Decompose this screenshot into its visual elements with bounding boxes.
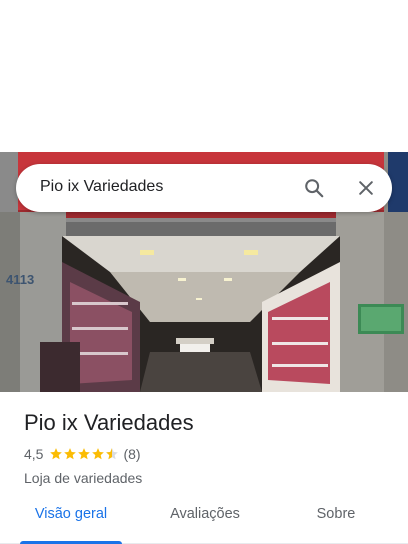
search-button[interactable] bbox=[300, 174, 328, 202]
close-button[interactable] bbox=[352, 174, 380, 202]
place-title: Pio ix Variedades bbox=[24, 410, 194, 435]
star-icon bbox=[78, 448, 91, 460]
rating-row[interactable]: 4,5 (8) bbox=[24, 444, 384, 464]
star-icon bbox=[50, 448, 63, 460]
star-icon bbox=[64, 448, 77, 460]
rating-value: 4,5 bbox=[24, 446, 44, 462]
search-icon bbox=[305, 179, 324, 198]
star-icon bbox=[92, 448, 105, 460]
tab-about[interactable]: Sobre bbox=[290, 484, 382, 544]
review-count[interactable]: (8) bbox=[123, 446, 140, 462]
rating-stars bbox=[49, 447, 119, 461]
close-icon bbox=[359, 181, 373, 195]
tab-overview[interactable]: Visão geral bbox=[20, 484, 122, 544]
search-bar[interactable]: Pio ix Variedades bbox=[16, 164, 392, 212]
place-tabs: Visão geral Avaliações Sobre bbox=[0, 484, 408, 544]
place-info: Pio ix Variedades 4,5 (8) Loja de varied… bbox=[24, 408, 384, 488]
building-number: 4113 bbox=[6, 272, 34, 287]
star-half-icon bbox=[106, 448, 119, 460]
tab-reviews[interactable]: Avaliações bbox=[154, 484, 256, 544]
search-input[interactable]: Pio ix Variedades bbox=[40, 178, 163, 196]
